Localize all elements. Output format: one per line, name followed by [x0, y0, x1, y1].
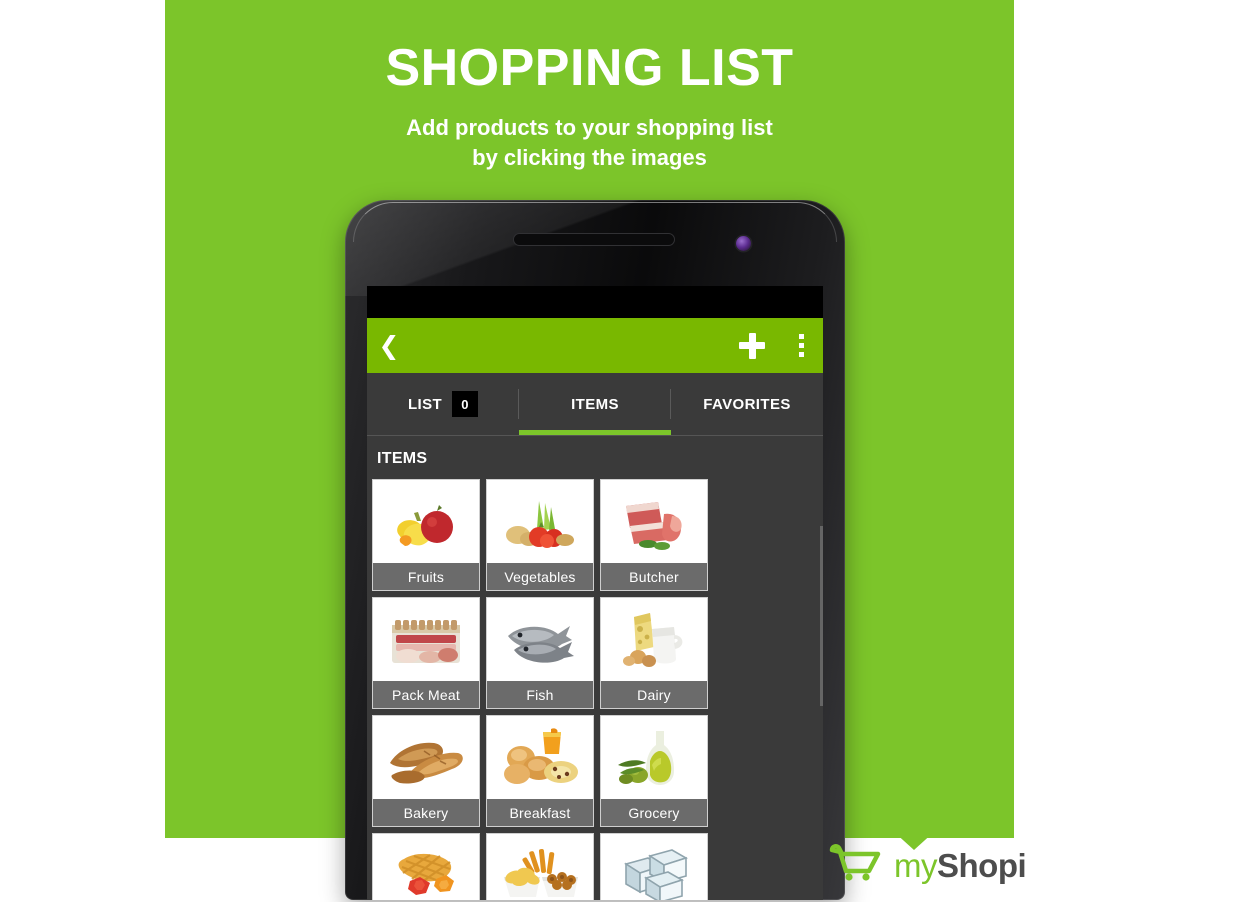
front-camera-icon — [736, 236, 751, 251]
status-bar — [367, 286, 823, 318]
item-card-label: Pack Meat — [373, 681, 479, 708]
item-card[interactable]: Grocery — [600, 715, 708, 827]
item-card-label: Fruits — [373, 563, 479, 590]
item-card[interactable]: Vegetables — [486, 479, 594, 591]
item-card[interactable]: Fish — [486, 597, 594, 709]
item-card-label: Dairy — [601, 681, 707, 708]
phone-device-mockup: ❮ LIST 0 ITEMS FAVORITES ITEMS Fruits Ve… — [345, 200, 845, 900]
dairy-icon — [601, 598, 707, 681]
tab-items-label: ITEMS — [571, 395, 619, 413]
vertical-scrollbar[interactable] — [820, 526, 823, 706]
item-card[interactable]: Breakfast — [486, 715, 594, 827]
overflow-menu-icon-dot-3 — [798, 352, 804, 357]
sweets-icon — [373, 834, 479, 900]
item-card[interactable]: Butcher — [600, 479, 708, 591]
item-card[interactable]: Pack Meat — [372, 597, 480, 709]
screenshot-root: SHOPPING LIST Add products to your shopp… — [0, 0, 1238, 902]
brand-name: myShopi — [894, 847, 1027, 884]
brand-name-my: my — [894, 847, 938, 884]
promo-subtitle: Add products to your shopping list by cl… — [165, 113, 1014, 173]
chevron-left-icon[interactable]: ❮ — [367, 318, 407, 373]
items-content-area: ITEMS Fruits Vegetables Butcher Pack Mea… — [367, 436, 823, 900]
plus-icon — [739, 332, 765, 359]
shopping-cart-icon — [828, 843, 884, 888]
item-card[interactable]: Snacks — [486, 833, 594, 900]
section-header: ITEMS — [377, 450, 428, 467]
list-count-badge: 0 — [452, 391, 479, 417]
frozen-icon — [601, 834, 707, 900]
add-item-button[interactable] — [725, 318, 779, 373]
item-card-label: Butcher — [601, 563, 707, 590]
tab-favorites[interactable]: FAVORITES — [671, 373, 823, 435]
phone-screen: ❮ LIST 0 ITEMS FAVORITES ITEMS Fruits Ve… — [367, 286, 823, 900]
item-card[interactable]: Bakery — [372, 715, 480, 827]
breakfast-icon — [487, 716, 593, 799]
butcher-icon — [601, 480, 707, 563]
item-card-label: Vegetables — [487, 563, 593, 590]
active-tab-indicator — [519, 430, 671, 435]
grocery-icon — [601, 716, 707, 799]
brand-logo: myShopi — [828, 843, 1027, 888]
brand-name-shopi: Shopi — [937, 847, 1027, 884]
overflow-menu-icon — [798, 334, 804, 339]
item-card-label: Breakfast — [487, 799, 593, 826]
promo-subtitle-line-2: by clicking the images — [472, 145, 707, 170]
fish-icon — [487, 598, 593, 681]
tab-list-label: LIST — [407, 395, 443, 413]
pack-meat-icon — [373, 598, 479, 681]
tab-items[interactable]: ITEMS — [519, 373, 671, 435]
item-card-label: Bakery — [373, 799, 479, 826]
item-card[interactable]: Dairy — [600, 597, 708, 709]
item-card-label: Grocery — [601, 799, 707, 826]
app-bar: ❮ — [367, 318, 823, 373]
page-title: SHOPPING LIST — [385, 39, 794, 97]
promo-subtitle-line-1: Add products to your shopping list — [406, 115, 773, 140]
tab-bar: LIST 0 ITEMS FAVORITES — [367, 373, 823, 435]
overflow-menu-icon-dot-2 — [798, 343, 804, 348]
item-card[interactable]: Fruits — [372, 479, 480, 591]
overflow-menu-button[interactable] — [779, 318, 823, 373]
items-grid: Fruits Vegetables Butcher Pack Meat Fish… — [367, 479, 823, 900]
item-card-label: Fish — [487, 681, 593, 708]
item-card[interactable]: Sweets — [372, 833, 480, 900]
tab-favorites-label: FAVORITES — [703, 395, 791, 413]
fruits-icon — [373, 480, 479, 563]
earpiece-speaker — [513, 233, 675, 246]
bakery-icon — [373, 716, 479, 799]
tab-list[interactable]: LIST 0 — [367, 373, 519, 435]
vegetables-icon — [487, 480, 593, 563]
item-card[interactable]: Frozen — [600, 833, 708, 900]
snacks-icon — [487, 834, 593, 900]
